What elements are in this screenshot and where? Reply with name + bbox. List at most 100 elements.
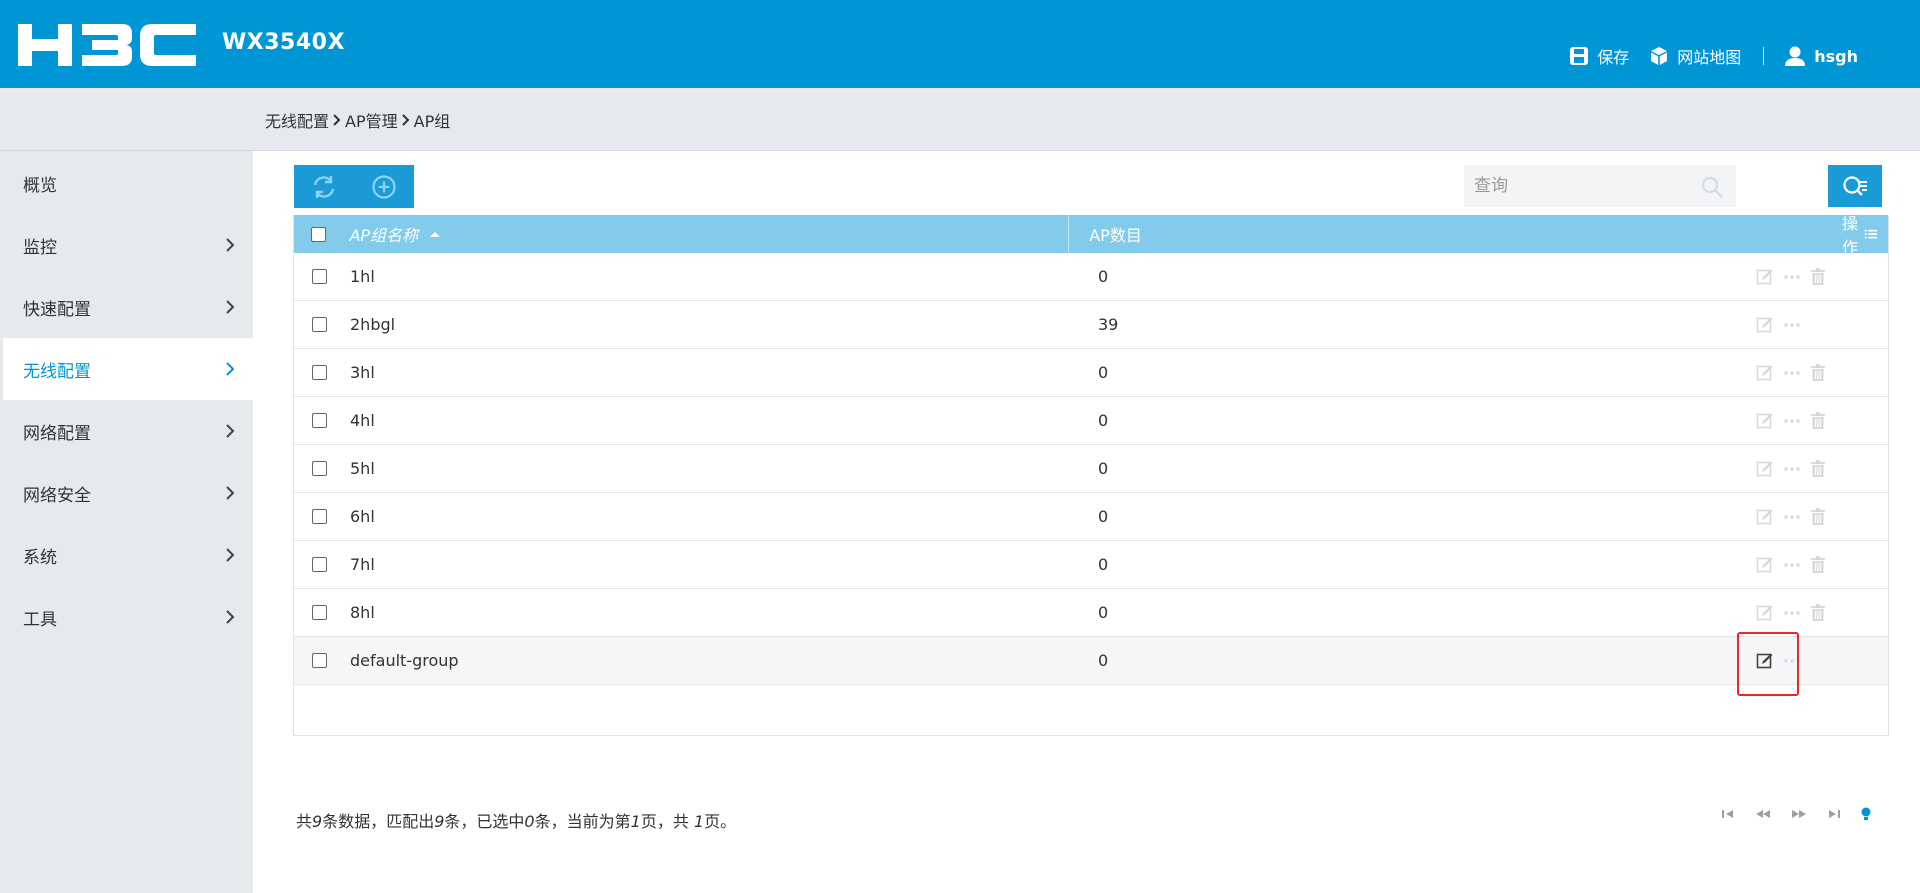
cell-operations bbox=[1738, 316, 1888, 334]
sort-ascending-icon[interactable] bbox=[428, 229, 442, 239]
tips-button[interactable] bbox=[1860, 806, 1872, 822]
more-icon[interactable] bbox=[1783, 466, 1801, 472]
row-checkbox[interactable] bbox=[311, 557, 327, 572]
sidebar-item-wireless-config[interactable]: 无线配置 bbox=[3, 338, 253, 400]
search-icon[interactable] bbox=[1700, 175, 1724, 203]
sidebar-item-label: 无线配置 bbox=[23, 361, 91, 382]
delete-icon[interactable] bbox=[1810, 459, 1826, 478]
header-divider bbox=[1763, 47, 1765, 65]
first-page-button[interactable] bbox=[1720, 808, 1736, 820]
delete-icon[interactable] bbox=[1810, 363, 1826, 382]
more-icon[interactable] bbox=[1783, 274, 1801, 280]
table-body: 1hl 0 2hbgl 39 3hl 0 4hl 0 5hl 0 6hl 0 7hl 0 8hl 0 defau… bbox=[294, 253, 1888, 685]
column-header-name[interactable]: AP组名称 bbox=[343, 215, 1070, 253]
table-row[interactable]: 4hl 0 bbox=[294, 397, 1888, 445]
refresh-button[interactable] bbox=[304, 167, 344, 207]
user-menu[interactable]: hsgh bbox=[1784, 45, 1858, 67]
total-pages: 1 bbox=[693, 812, 705, 831]
sidebar-item-network-security[interactable]: 网络安全 bbox=[3, 462, 253, 524]
sidebar-item-monitor[interactable]: 监控 bbox=[3, 214, 253, 276]
edit-icon[interactable] bbox=[1756, 316, 1774, 334]
edit-icon[interactable] bbox=[1756, 412, 1774, 430]
sidebar-item-label: 工具 bbox=[23, 609, 57, 630]
cell-ap-count: 0 bbox=[1098, 267, 1109, 286]
table-header: AP组名称 AP数目 操作 bbox=[294, 214, 1888, 257]
chevron-right-icon bbox=[226, 238, 235, 252]
sitemap-button[interactable]: 网站地图 bbox=[1649, 44, 1741, 68]
table-row[interactable]: default-group 0 bbox=[294, 637, 1888, 685]
summary-text: 页。 bbox=[704, 812, 737, 831]
search-input[interactable] bbox=[1464, 175, 1696, 197]
row-checkbox[interactable] bbox=[311, 269, 327, 284]
cube-icon bbox=[1651, 47, 1668, 65]
row-checkbox[interactable] bbox=[311, 365, 327, 380]
add-button[interactable] bbox=[364, 167, 404, 207]
sidebar-item-overview[interactable]: 概览 bbox=[3, 152, 253, 214]
column-settings-icon[interactable] bbox=[1864, 226, 1878, 242]
delete-icon[interactable] bbox=[1810, 507, 1826, 526]
more-icon[interactable] bbox=[1783, 322, 1801, 328]
delete-icon[interactable] bbox=[1810, 267, 1826, 286]
cell-group-name: 3hl bbox=[350, 363, 375, 382]
edit-icon[interactable] bbox=[1756, 460, 1774, 478]
summary-text: 页，共 bbox=[640, 812, 694, 831]
next-page-icon bbox=[1792, 810, 1806, 818]
table-row[interactable]: 2hbgl 39 bbox=[294, 301, 1888, 349]
table-row[interactable]: 3hl 0 bbox=[294, 349, 1888, 397]
summary-text: 条数据，匹配出 bbox=[322, 812, 435, 831]
delete-icon[interactable] bbox=[1810, 411, 1826, 430]
edit-icon[interactable] bbox=[1756, 364, 1774, 382]
edit-icon[interactable] bbox=[1756, 268, 1774, 286]
sidebar-item-system[interactable]: 系统 bbox=[3, 524, 253, 586]
edit-icon[interactable] bbox=[1756, 508, 1774, 526]
breadcrumb-item[interactable]: 无线配置 bbox=[265, 108, 329, 132]
table-row[interactable]: 7hl 0 bbox=[294, 541, 1888, 589]
breadcrumb: 无线配置 AP管理 AP组 bbox=[265, 108, 450, 132]
user-name: hsgh bbox=[1814, 46, 1858, 66]
delete-icon[interactable] bbox=[1810, 555, 1826, 574]
prev-page-button[interactable] bbox=[1754, 808, 1772, 820]
chevron-right-icon bbox=[226, 424, 235, 438]
select-all-checkbox[interactable] bbox=[311, 226, 327, 242]
chevron-right-icon bbox=[226, 300, 235, 314]
cell-ap-count: 0 bbox=[1098, 459, 1109, 478]
table-row[interactable]: 6hl 0 bbox=[294, 493, 1888, 541]
summary-text: 条，当前为第 bbox=[534, 812, 631, 831]
row-checkbox[interactable] bbox=[311, 653, 327, 668]
save-button[interactable]: 保存 bbox=[1569, 44, 1629, 68]
last-page-button[interactable] bbox=[1826, 808, 1842, 820]
table-row[interactable]: 8hl 0 bbox=[294, 589, 1888, 637]
matched-count: 9 bbox=[434, 812, 445, 831]
sidebar-item-quick-config[interactable]: 快速配置 bbox=[3, 276, 253, 338]
more-icon[interactable] bbox=[1783, 610, 1801, 616]
more-icon[interactable] bbox=[1783, 370, 1801, 376]
cell-group-name: default-group bbox=[350, 651, 459, 670]
row-checkbox[interactable] bbox=[311, 509, 327, 524]
advanced-search-button[interactable] bbox=[1828, 165, 1882, 207]
toolbar bbox=[294, 165, 414, 208]
row-checkbox[interactable] bbox=[311, 605, 327, 620]
more-icon[interactable] bbox=[1783, 562, 1801, 568]
edit-icon[interactable] bbox=[1756, 556, 1774, 574]
edit-icon[interactable] bbox=[1756, 652, 1774, 670]
table-row[interactable]: 5hl 0 bbox=[294, 445, 1888, 493]
table-row[interactable]: 1hl 0 bbox=[294, 253, 1888, 301]
sidebar-item-network-config[interactable]: 网络配置 bbox=[3, 400, 253, 462]
row-checkbox[interactable] bbox=[311, 461, 327, 476]
more-icon[interactable] bbox=[1783, 418, 1801, 424]
more-icon[interactable] bbox=[1783, 514, 1801, 520]
more-icon[interactable] bbox=[1783, 658, 1801, 664]
next-page-button[interactable] bbox=[1790, 808, 1808, 820]
sidebar-item-label: 网络配置 bbox=[23, 423, 91, 444]
pagination-summary: 共9条数据，匹配出9条，已选中0条，当前为第1页，共 1页。 bbox=[296, 808, 736, 832]
cell-ap-count: 0 bbox=[1098, 411, 1109, 430]
row-checkbox[interactable] bbox=[311, 413, 327, 428]
delete-icon[interactable] bbox=[1810, 603, 1826, 622]
summary-text: 共 bbox=[296, 812, 313, 831]
sidebar-item-tools[interactable]: 工具 bbox=[3, 586, 253, 648]
sidebar-item-label: 概览 bbox=[23, 175, 57, 196]
row-checkbox[interactable] bbox=[311, 317, 327, 332]
breadcrumb-bar: 无线配置 AP管理 AP组 bbox=[0, 88, 1920, 151]
breadcrumb-item[interactable]: AP管理 bbox=[345, 108, 398, 132]
edit-icon[interactable] bbox=[1756, 604, 1774, 622]
